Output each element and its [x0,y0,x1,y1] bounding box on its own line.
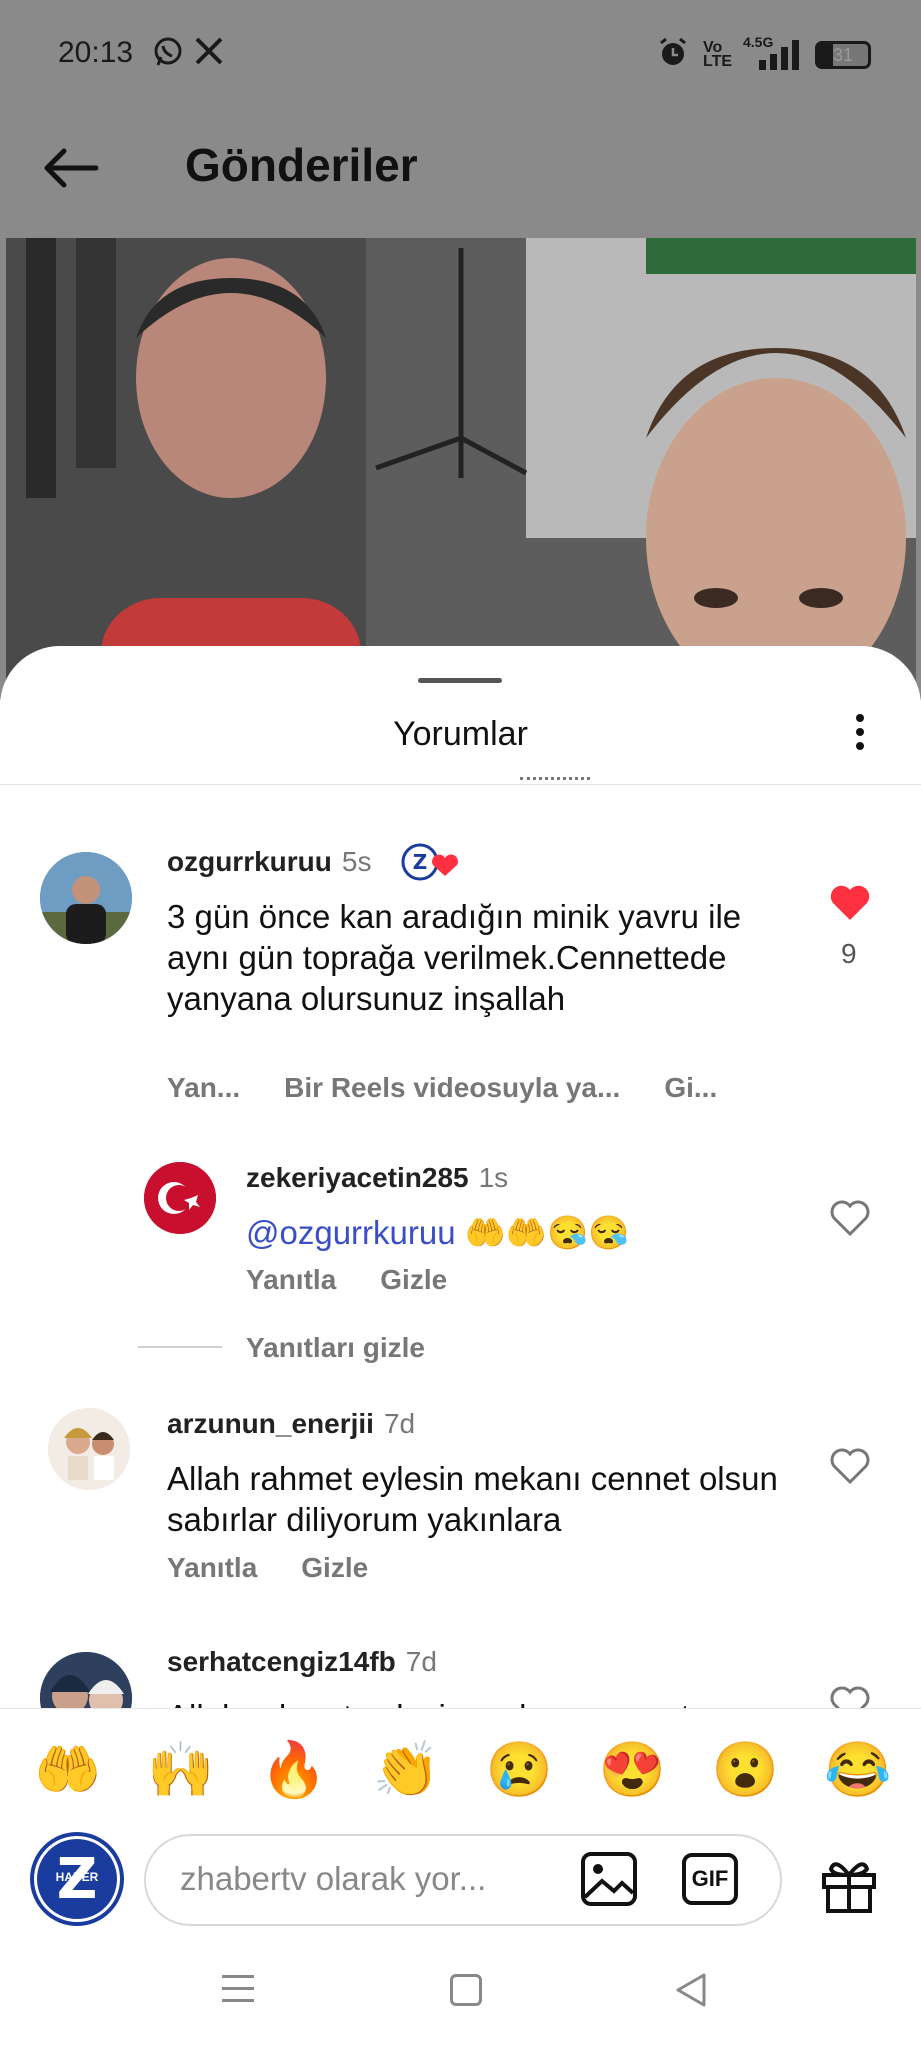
back-arrow-icon[interactable] [38,135,104,201]
status-indicators: Vo LTE 4.5G 31 [657,34,871,73]
clipped-previous-comment [520,770,600,784]
my-avatar: Z HABER [30,1832,124,1926]
x-icon [194,36,224,73]
nav-back-icon[interactable] [674,1972,708,2008]
avatar[interactable] [40,852,132,944]
comment-username[interactable]: serhatcengiz14fb 7d [167,1646,437,1678]
comment-emojis: 🤲🤲😪😪 [464,1214,630,1251]
clipped-comment: serhatcengiz14fb 7d Allah rahmet eylesin … [0,1640,921,1708]
emoji-fire[interactable]: 🔥 [254,1730,334,1810]
emoji-clapping[interactable]: 👏 [367,1730,447,1810]
composer-divider [0,1708,921,1709]
battery-level: 31 [832,44,854,65]
comment-username[interactable]: zekeriyacetin285 1s [246,1162,508,1194]
heart-outline-icon[interactable] [828,1198,872,1238]
username-text[interactable]: ozgurrkuruu [167,846,332,877]
sheet-title: Yorumlar [393,715,528,753]
volte-icon: Vo LTE [703,38,733,70]
hide-button[interactable]: Gi... [664,1072,717,1104]
comment-input-placeholder: zhabertv olarak yor... [180,1860,487,1897]
avatar-label: HABER [55,1870,99,1884]
reply-with-reel-button[interactable]: Bir Reels videosuyla ya... [284,1072,620,1104]
sheet-drag-handle[interactable] [418,678,502,683]
hide-replies-line [138,1346,222,1348]
status-bar: 20:13 Vo LTE 4.5G 31 [0,0,921,110]
username-text[interactable]: arzunun_enerjii [167,1408,374,1439]
emoji-heart-eyes[interactable]: 😍 [592,1730,672,1810]
reply-button[interactable]: Yanıtla [246,1264,336,1296]
emoji-raising-hands[interactable]: 🙌 [141,1730,221,1810]
emoji-crying[interactable]: 😢 [479,1730,559,1810]
mention-link[interactable]: @ozgurrkuruu [246,1214,456,1251]
comment-actions: Yan... Bir Reels videosuyla ya... Gi... [167,1072,717,1104]
comment-text: Allah rahmet eylesin mekanı cennet [167,1696,787,1708]
hide-replies-label[interactable]: Yanıtları gizle [246,1332,425,1364]
status-time: 20:13 [58,36,134,69]
network-label: 4.5G [743,33,774,50]
comment-text: Allah rahmet eylesin mekanı cennet olsun… [167,1460,778,1538]
hide-button[interactable]: Gizle [301,1552,368,1584]
reply-button[interactable]: Yan... [167,1072,240,1104]
page-header [0,110,921,238]
sheet-divider [0,784,921,785]
emoji-laughing[interactable]: 😂 [818,1730,898,1810]
hide-button[interactable]: Gizle [380,1264,447,1296]
reply-button[interactable]: Yanıtla [167,1552,257,1584]
gif-icon[interactable]: GIF [682,1853,738,1905]
username-text[interactable]: zekeriyacetin285 [246,1162,469,1193]
nav-home-icon[interactable] [450,1974,482,2006]
creator-liked-badge-icon: Z [400,842,462,884]
comment-text: @ozgurrkuruu 🤲🤲😪😪 [246,1212,629,1253]
image-icon[interactable] [580,1851,638,1907]
comment-time: 5s [341,846,372,877]
alarm-icon [657,36,689,73]
comment-time: 7d [383,1408,416,1439]
comment-time: 7d [405,1646,437,1677]
avatar[interactable] [40,1652,132,1708]
battery-icon: 31 [815,40,871,69]
emoji-palms-up[interactable]: 🤲 [28,1730,108,1810]
more-options-icon[interactable] [848,710,872,760]
gift-icon[interactable] [818,1853,880,1915]
heart-outline-icon[interactable] [828,1684,872,1708]
comment-actions: Yanıtla Gizle [167,1552,368,1584]
emoji-surprised[interactable]: 😮 [705,1730,785,1810]
heart-filled-icon[interactable] [828,882,872,922]
avatar[interactable] [144,1162,216,1234]
avatar[interactable] [48,1408,130,1490]
heart-outline-icon[interactable] [828,1446,872,1486]
comment-time: 1s [478,1162,509,1193]
comment-actions: Yanıtla Gizle [246,1264,447,1296]
emoji-quick-bar: 🤲 🙌 🔥 👏 😢 😍 😮 😂 [28,1730,898,1810]
nav-recents-icon[interactable] [222,1975,254,2003]
page-title: Gönderiler [185,139,418,191]
post-photo[interactable] [6,238,916,708]
comment-text: 3 gün önce kan aradığın minik yavru ile … [167,898,742,1017]
like-count: 9 [841,938,857,969]
svg-text:Z: Z [413,850,428,874]
whatsapp-icon [152,36,184,75]
username-text[interactable]: serhatcengiz14fb [167,1646,396,1677]
hide-replies-button[interactable]: Yanıtları gizle [246,1332,425,1364]
comment-username[interactable]: arzunun_enerjii 7d [167,1408,415,1440]
comment-username[interactable]: ozgurrkuruu 5s [167,846,371,878]
signal-4g-icon: 4.5G [743,34,801,72]
